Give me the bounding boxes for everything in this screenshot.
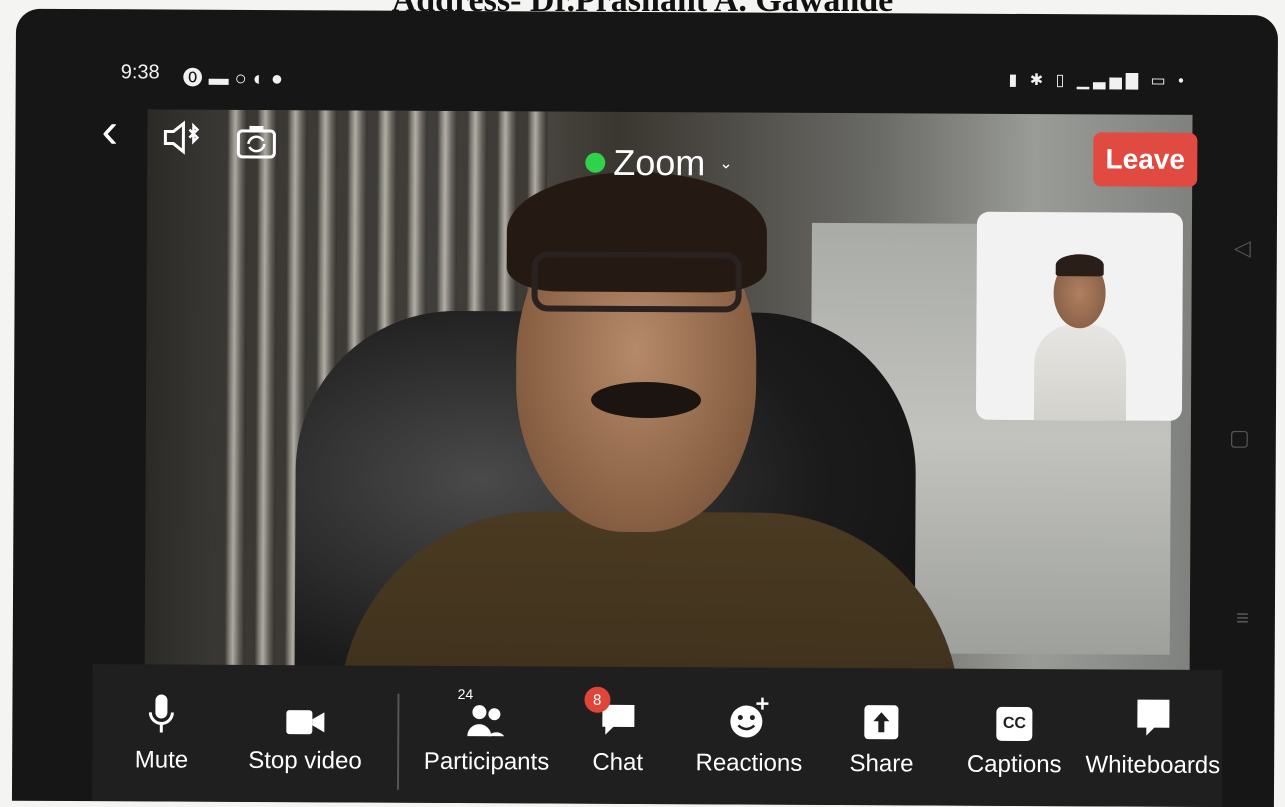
self-view-thumbnail[interactable] [976,212,1183,421]
participants-count: 24 [458,686,474,702]
phone-screen: 9:38 ⓿▬○◐● ▮ ✱ ▯ ▁▃▅▇ ▭ • ‹ Zoom ⌄ Leave… [12,9,1278,807]
cc-glyph: CC [996,707,1032,741]
captions-label: Captions [967,751,1062,779]
meeting-toolbar: Mute Stop video 24 Par [92,664,1223,807]
back-icon[interactable]: ‹ [101,105,118,155]
chat-button[interactable]: 8 Chat [556,695,680,778]
share-label: Share [849,750,913,778]
mute-label: Mute [135,746,189,774]
chat-label: Chat [592,749,643,777]
meeting-title-menu[interactable]: Zoom ⌄ [585,142,733,185]
closed-captions-icon: CC [996,697,1032,741]
mute-button[interactable]: Mute [92,692,231,775]
chevron-down-icon: ⌄ [719,153,733,173]
self-shirt [1034,324,1127,420]
system-status-icons: ▮ ✱ ▯ ▁▃▅▇ ▭ • [1008,70,1187,91]
captions-button[interactable]: CC Captions [945,697,1084,780]
camera-switch-icon[interactable] [235,122,277,167]
app-title: Zoom [613,142,705,184]
stop-video-button[interactable]: Stop video [231,693,380,776]
clock: 9:38 [121,61,160,84]
speaker-mustache [591,382,701,419]
reactions-button[interactable]: Reactions [680,695,819,778]
chat-unread-badge: 8 [584,687,610,713]
reactions-label: Reactions [695,749,802,778]
microphone-icon [148,692,176,736]
connection-status-icon [585,153,605,173]
nav-back-icon[interactable]: ◁ [1234,235,1251,261]
smiley-add-icon [728,695,770,739]
stop-video-label: Stop video [248,747,362,776]
whiteboards-button[interactable]: Whiteboards [1083,697,1222,780]
participants-button[interactable]: 24 Participants [417,694,556,777]
share-upload-icon [864,696,900,740]
toolbar-divider [397,694,399,790]
participants-label: Participants [424,748,550,777]
leave-button[interactable]: Leave [1093,132,1197,187]
self-hair [1056,254,1104,276]
whiteboard-icon [1134,698,1172,742]
whiteboards-label: Whiteboards [1085,751,1220,780]
chat-bubble-icon: 8 [599,695,637,739]
share-button[interactable]: Share [818,696,945,779]
notification-icons: ⓿▬○◐● [183,62,289,92]
video-camera-icon [284,693,326,737]
status-bar: 9:38 ⓿▬○◐● ▮ ✱ ▯ ▁▃▅▇ ▭ • [121,61,1188,97]
speaker-bluetooth-icon[interactable] [161,117,201,162]
nav-home-icon[interactable]: ▢ [1229,425,1250,451]
nav-recent-icon[interactable]: ≡ [1236,605,1249,631]
participants-icon: 24 [467,694,507,738]
speaker-glasses [532,251,742,312]
